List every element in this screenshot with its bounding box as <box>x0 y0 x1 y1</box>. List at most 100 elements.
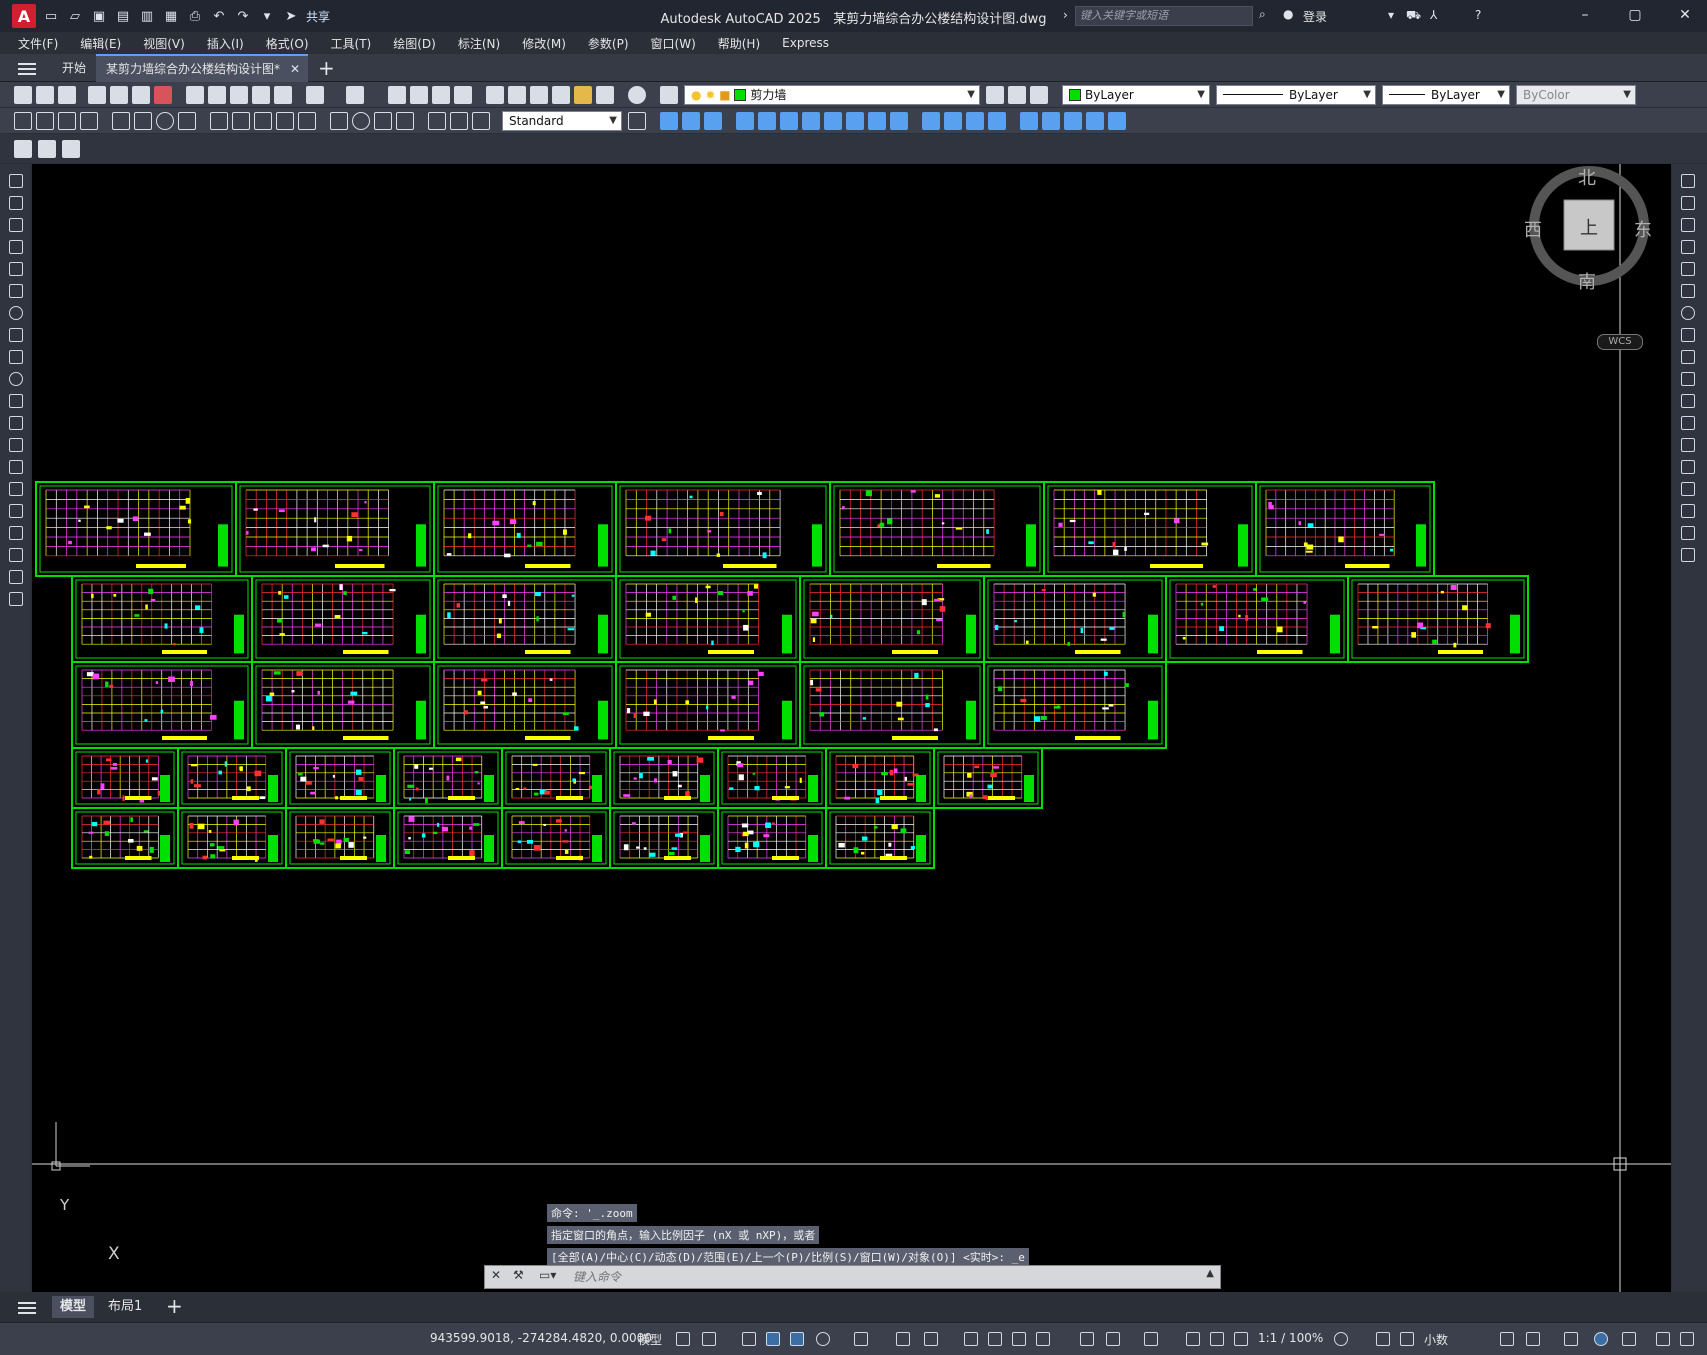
share-icon[interactable]: ➤ <box>282 7 300 25</box>
units-dropdown[interactable]: 小数 <box>1424 1331 1448 1348</box>
chevron-down-icon[interactable]: ▾ <box>1388 8 1394 22</box>
annotation-scale-dropdown[interactable]: 1:1 / 100% <box>1258 1331 1323 1345</box>
add-layout-icon[interactable]: + <box>158 1296 191 1318</box>
ortho-icon[interactable] <box>790 1332 804 1346</box>
layer-freeze-icon[interactable] <box>14 140 32 158</box>
plot-icon[interactable] <box>88 86 106 104</box>
menu-help[interactable]: 帮助(H) <box>718 35 760 52</box>
copy-icon[interactable] <box>208 86 226 104</box>
undo-icon[interactable] <box>306 86 324 104</box>
join-icon[interactable] <box>1681 460 1695 474</box>
object-snap-icon[interactable] <box>924 1332 938 1346</box>
command-history-toggle-icon[interactable]: ▲ <box>1206 1268 1214 1279</box>
add-selected-icon[interactable] <box>9 592 23 606</box>
search-input[interactable]: 键入关键字或短语 <box>1075 6 1253 26</box>
minimize-button[interactable]: – <box>1570 4 1600 26</box>
customize-wrench-icon[interactable]: ⚒ <box>513 1268 524 1282</box>
copy-object-icon[interactable] <box>682 112 700 130</box>
lengthen-icon[interactable] <box>1042 112 1060 130</box>
dimension-space-icon[interactable] <box>276 112 294 130</box>
multiline-text-icon[interactable] <box>9 570 23 584</box>
publish-icon[interactable]: ▥ <box>138 7 156 25</box>
plot-preview-icon[interactable] <box>110 86 128 104</box>
aligned-dimension-icon[interactable] <box>36 112 54 130</box>
zoom-previous-icon[interactable] <box>454 86 472 104</box>
menu-draw[interactable]: 绘图(D) <box>393 35 436 52</box>
break-icon[interactable] <box>868 112 886 130</box>
auto-scale-icon[interactable] <box>1210 1332 1224 1346</box>
arc-length-icon[interactable] <box>58 112 76 130</box>
wcs-menu[interactable]: WCS <box>1597 334 1643 350</box>
isolate-objects-icon[interactable] <box>1564 1332 1578 1346</box>
paste-icon[interactable] <box>230 86 248 104</box>
publish-icon[interactable] <box>132 86 150 104</box>
make-block-icon[interactable] <box>9 438 23 452</box>
scale-icon[interactable] <box>1681 328 1695 342</box>
erase-icon[interactable] <box>1681 174 1695 188</box>
open-file-icon[interactable]: ▱ <box>66 7 84 25</box>
revision-cloud-icon[interactable] <box>9 328 23 342</box>
close-button[interactable]: ✕ <box>1670 4 1700 26</box>
polyline-icon[interactable] <box>9 218 23 232</box>
clean-screen-icon[interactable] <box>1622 1332 1636 1346</box>
arc-icon[interactable] <box>9 284 23 298</box>
lineweight-dropdown[interactable]: ByLayer ▼ <box>1382 85 1510 105</box>
rotate-icon[interactable] <box>1681 306 1695 320</box>
tolerance-icon[interactable] <box>330 112 348 130</box>
point-icon[interactable] <box>9 460 23 474</box>
copy-object-icon[interactable] <box>1681 196 1695 210</box>
annotation-scale-icon[interactable] <box>1234 1332 1248 1346</box>
center-mark-icon[interactable] <box>352 112 370 130</box>
fullscreen-icon[interactable] <box>1656 1332 1670 1346</box>
customize-quick-access-icon[interactable]: ▾ <box>258 7 276 25</box>
user-icon[interactable]: ● <box>1283 7 1293 21</box>
fillet-icon[interactable] <box>1681 504 1695 518</box>
design-center-icon[interactable] <box>508 86 526 104</box>
selection-filter-icon[interactable] <box>1106 1332 1120 1346</box>
block-editor-icon[interactable] <box>274 86 292 104</box>
open-icon[interactable] <box>36 86 54 104</box>
save-icon[interactable] <box>58 86 76 104</box>
object-snap-tracking-icon[interactable] <box>896 1332 910 1346</box>
construction-line-icon[interactable] <box>9 196 23 210</box>
autocad-logo-icon[interactable]: A <box>12 4 36 28</box>
transparency-icon[interactable] <box>988 1332 1002 1346</box>
plotstyle-dropdown[interactable]: ByColor ▼ <box>1516 85 1636 105</box>
search-icon[interactable]: ⌕ <box>1259 7 1266 22</box>
inspection-icon[interactable] <box>374 112 392 130</box>
layer-isolate-icon[interactable] <box>62 140 80 158</box>
close-command-line-icon[interactable]: ✕ <box>491 1268 501 1282</box>
zoom-realtime-icon[interactable] <box>410 86 428 104</box>
zoom-window-icon[interactable] <box>432 86 450 104</box>
dimension-edit-icon[interactable] <box>428 112 446 130</box>
jogged-dimension-icon[interactable] <box>134 112 152 130</box>
lineweight-icon[interactable] <box>964 1332 978 1346</box>
tool-palettes-icon[interactable] <box>530 86 548 104</box>
gizmo-icon[interactable] <box>1144 1332 1158 1346</box>
polar-tracking-icon[interactable] <box>816 1332 830 1346</box>
stretch-icon[interactable] <box>704 112 722 130</box>
spline-icon[interactable] <box>9 350 23 364</box>
layer-off-icon[interactable] <box>38 140 56 158</box>
help-icon[interactable] <box>628 86 646 104</box>
layout-menu-icon[interactable] <box>18 1299 36 1315</box>
tab-close-icon[interactable]: ✕ <box>290 56 300 82</box>
redo-icon[interactable]: ↷ <box>234 7 252 25</box>
gradient-icon[interactable] <box>9 504 23 518</box>
dimension-style-icon[interactable] <box>628 112 646 130</box>
align-icon[interactable] <box>1064 112 1082 130</box>
stretch-icon[interactable] <box>1681 350 1695 364</box>
save-icon[interactable]: ▣ <box>90 7 108 25</box>
workspace-gear-icon[interactable] <box>1334 1332 1348 1346</box>
redo-icon[interactable] <box>346 86 364 104</box>
offset-icon[interactable] <box>1681 240 1695 254</box>
quick-properties-icon[interactable] <box>1500 1332 1514 1346</box>
mirror-icon[interactable] <box>1681 218 1695 232</box>
annotation-visibility-icon[interactable] <box>1186 1332 1200 1346</box>
cart-icon[interactable]: ⛟ <box>1406 8 1421 24</box>
break-icon[interactable] <box>1681 438 1695 452</box>
rectangle-icon[interactable] <box>9 262 23 276</box>
extend-icon[interactable] <box>1681 394 1695 408</box>
explode-icon[interactable] <box>966 112 984 130</box>
dimension-style-dropdown[interactable]: Standard ▼ <box>502 111 622 131</box>
